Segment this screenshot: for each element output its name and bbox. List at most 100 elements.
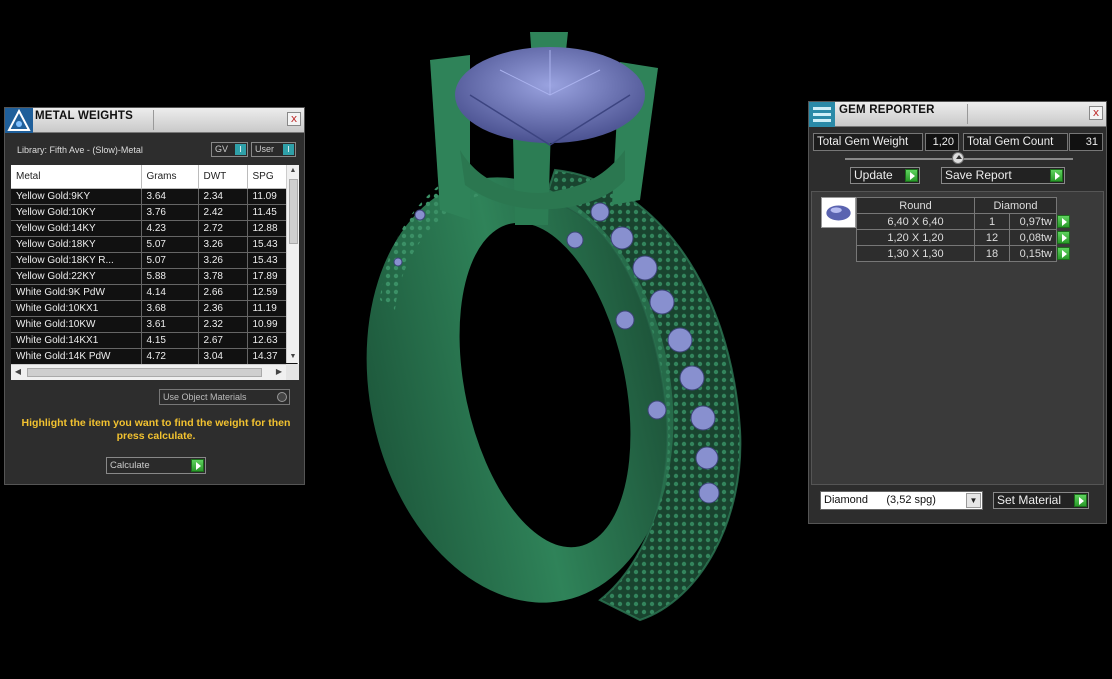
table-row[interactable]: Yellow Gold:18KY 5.07 3.26 15.43: [11, 236, 298, 253]
metal-table-vertical-scrollbar[interactable]: ▲ ▼: [286, 165, 299, 363]
metal-table-horizontal-scrollbar[interactable]: ◀ ▶: [11, 364, 286, 380]
material-dropdown-value: Diamond (3,52 spg): [824, 494, 936, 506]
shape-header: Round: [856, 197, 975, 214]
table-row[interactable]: 6,40 X 6,40 1 0,97tw: [856, 213, 1071, 230]
table-row[interactable]: Yellow Gold:22KY 5.88 3.78 17.89: [11, 268, 298, 285]
metal-cell: White Gold:10KX1: [11, 300, 142, 317]
gem-count-cell: 18: [974, 245, 1010, 262]
scroll-down-icon[interactable]: ▼: [287, 351, 299, 363]
table-row[interactable]: White Gold:9K PdW 4.14 2.66 12.59: [11, 284, 298, 301]
update-button[interactable]: Update: [850, 167, 920, 184]
dwt-cell: 3.26: [198, 252, 248, 269]
gv-toggle-indicator: I: [235, 144, 246, 155]
gem-reporter-close-button[interactable]: x: [1089, 106, 1103, 120]
play-arrow-icon: [191, 459, 204, 472]
dwt-cell: 3.78: [198, 268, 248, 285]
column-header-dwt[interactable]: DWT: [198, 165, 248, 189]
grams-cell: 4.14: [141, 284, 199, 301]
grams-cell: 5.07: [141, 252, 199, 269]
table-row[interactable]: 1,20 X 1,20 12 0,08tw: [856, 229, 1071, 246]
metal-weights-close-button[interactable]: x: [287, 112, 301, 126]
dwt-cell: 2.34: [198, 188, 248, 205]
user-toggle[interactable]: User I: [251, 142, 296, 157]
gem-weight-cell: 0,97tw: [1009, 213, 1057, 230]
play-arrow-icon: [1057, 230, 1070, 244]
gv-toggle[interactable]: GV I: [211, 142, 248, 157]
grams-cell: 3.76: [141, 204, 199, 221]
column-header-grams[interactable]: Grams: [141, 165, 199, 189]
metal-weights-titlebar[interactable]: METAL WEIGHTS x: [5, 108, 304, 133]
dwt-cell: 2.66: [198, 284, 248, 301]
gem-weight-cell: 0,08tw: [1009, 229, 1057, 246]
gem-count-cell: 12: [974, 229, 1010, 246]
column-header-metal[interactable]: Metal: [11, 165, 142, 189]
metal-cell: White Gold:9K PdW: [11, 284, 142, 301]
material-dropdown[interactable]: Diamond (3,52 spg) ▼: [820, 491, 983, 510]
select-row-button[interactable]: [1057, 214, 1071, 230]
grams-cell: 3.64: [141, 188, 199, 205]
grams-cell: 5.88: [141, 268, 199, 285]
gem-size-cell: 1,20 X 1,20: [856, 229, 975, 246]
table-row[interactable]: Yellow Gold:18KY R... 5.07 3.26 15.43: [11, 252, 298, 269]
table-row[interactable]: White Gold:14K PdW 4.72 3.04 14.37: [11, 348, 298, 365]
table-row[interactable]: 1,30 X 1,30 18 0,15tw: [856, 245, 1071, 262]
table-row[interactable]: White Gold:10KW 3.61 2.32 10.99: [11, 316, 298, 333]
gem-size-cell: 1,30 X 1,30: [856, 245, 975, 262]
select-row-button[interactable]: [1057, 246, 1071, 262]
set-material-label: Set Material: [997, 493, 1062, 507]
metal-cell: Yellow Gold:18KY R...: [11, 252, 142, 269]
select-row-button[interactable]: [1057, 230, 1071, 246]
user-toggle-label: User: [255, 144, 275, 154]
table-row[interactable]: Yellow Gold:10KY 3.76 2.42 11.45: [11, 204, 298, 221]
gem-count-cell: 1: [974, 213, 1010, 230]
use-object-materials-option[interactable]: Use Object Materials: [159, 389, 290, 405]
header-spacer: [1057, 198, 1071, 214]
total-gem-count-label: Total Gem Count: [963, 133, 1068, 151]
table-row[interactable]: Yellow Gold:9KY 3.64 2.34 11.09: [11, 188, 298, 205]
metal-cell: White Gold:10KW: [11, 316, 142, 333]
play-arrow-icon: [905, 169, 918, 182]
metal-table-header: Metal Grams DWT SPG: [11, 165, 298, 189]
dwt-cell: 2.42: [198, 204, 248, 221]
total-gem-weight-label: Total Gem Weight: [813, 133, 923, 151]
total-gem-count-value: 31: [1069, 133, 1103, 151]
use-object-materials-label: Use Object Materials: [163, 392, 247, 402]
metal-weights-logo-icon: [5, 108, 33, 133]
grams-cell: 4.15: [141, 332, 199, 349]
grams-cell: 3.61: [141, 316, 199, 333]
metal-cell: Yellow Gold:22KY: [11, 268, 142, 285]
report-slider-handle[interactable]: [952, 152, 964, 164]
update-label: Update: [854, 168, 893, 182]
vertical-scroll-thumb[interactable]: [289, 179, 298, 244]
gem-list: Round Diamond 6,40 X 6,40 1 0,97tw 1,20 …: [811, 191, 1104, 485]
chevron-down-icon[interactable]: ▼: [966, 493, 981, 508]
save-report-button[interactable]: Save Report: [941, 167, 1065, 184]
set-material-button[interactable]: Set Material: [993, 492, 1089, 509]
horizontal-scroll-thumb[interactable]: [27, 368, 262, 377]
gem-reporter-titlebar[interactable]: GEM REPORTER x: [809, 102, 1106, 127]
user-toggle-indicator: I: [283, 144, 294, 155]
scroll-left-icon[interactable]: ◀: [12, 366, 24, 378]
total-gem-weight-value: 1,20: [925, 133, 959, 151]
table-row[interactable]: Yellow Gold:14KY 4.23 2.72 12.88: [11, 220, 298, 237]
table-row[interactable]: White Gold:10KX1 3.68 2.36 11.19: [11, 300, 298, 317]
play-arrow-icon: [1057, 246, 1070, 260]
table-row[interactable]: White Gold:14KX1 4.15 2.67 12.63: [11, 332, 298, 349]
calculate-hint: Highlight the item you want to find the …: [21, 417, 291, 442]
metal-cell: Yellow Gold:14KY: [11, 220, 142, 237]
play-arrow-icon: [1074, 494, 1087, 507]
metal-cell: White Gold:14KX1: [11, 332, 142, 349]
dwt-cell: 2.67: [198, 332, 248, 349]
round-gem-thumbnail-icon[interactable]: [821, 197, 856, 228]
gem-weight-cell: 0,15tw: [1009, 245, 1057, 262]
grams-cell: 4.23: [141, 220, 199, 237]
scroll-right-icon[interactable]: ▶: [273, 366, 285, 378]
radio-icon[interactable]: [277, 392, 287, 402]
scroll-up-icon[interactable]: ▲: [287, 165, 299, 177]
metal-table: Metal Grams DWT SPG Yellow Gold:9KY 3.64 2…: [11, 165, 298, 365]
scroll-corner: [286, 364, 299, 380]
gem-table-header: Round Diamond: [856, 197, 1071, 214]
dwt-cell: 2.72: [198, 220, 248, 237]
calculate-button[interactable]: Calculate: [106, 457, 206, 474]
metal-cell: White Gold:14K PdW: [11, 348, 142, 365]
